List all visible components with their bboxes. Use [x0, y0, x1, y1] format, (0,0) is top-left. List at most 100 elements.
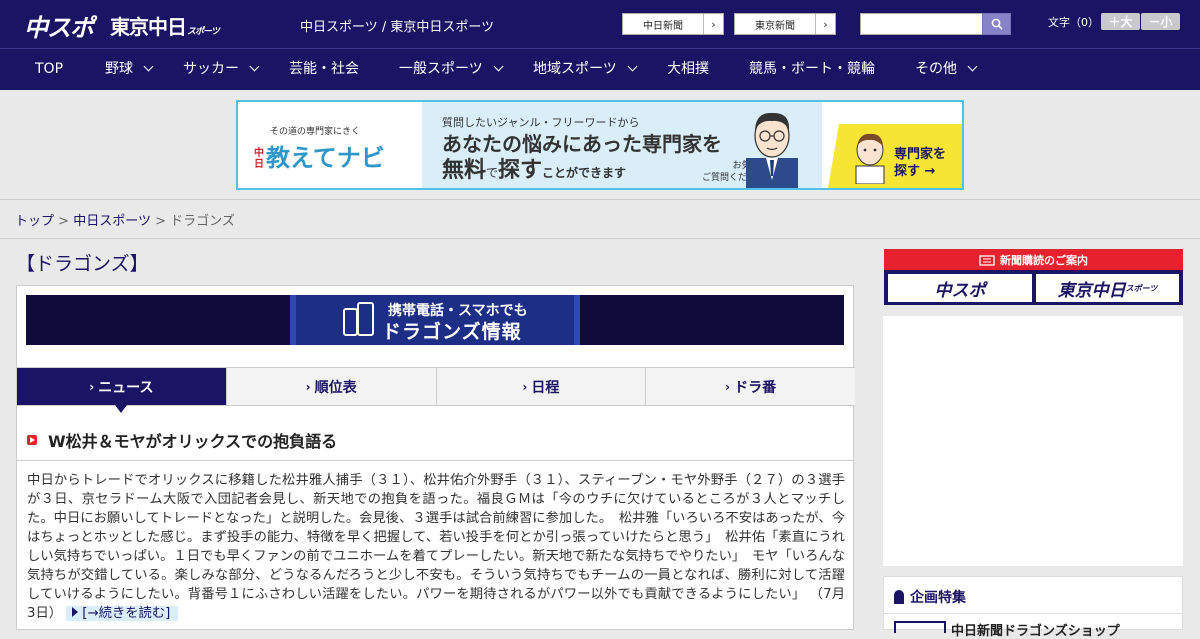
ad-brand-prefix: 中日 [254, 148, 264, 170]
tab-news[interactable]: › ニュース [17, 368, 227, 413]
search-icon [991, 18, 1003, 30]
mobile-banner-inner: 携帯電話・スマホでも ドラゴンズ情報 [290, 295, 580, 345]
news-tabs: › ニュース › 順位表 › 日程 › ドラ番 [17, 367, 855, 413]
main-nav: TOP 野球 サッカー 芸能・社会 一般スポーツ 地域スポーツ 大相撲 競馬・ボ… [0, 48, 1200, 90]
nav-item-label: TOP [35, 61, 64, 77]
read-more-label: [→続きを読む] [82, 606, 171, 621]
ad-line-3b: で [486, 166, 499, 180]
nav-item-other[interactable]: その他 [915, 49, 978, 90]
chevron-right-icon: › [703, 14, 723, 34]
ad-banner-area: その道の専門家にきく 中日教えてナビ 質問したいジャンル・フリーワードから あな… [0, 90, 1200, 200]
feature-title: 企画特集 [894, 587, 966, 607]
nav-item-soccer[interactable]: サッカー [183, 49, 260, 90]
subscribe-tokyo-chunichi-button[interactable]: 東京中日 スポーツ [1036, 274, 1179, 302]
nav-item-label: 大相撲 [667, 61, 709, 77]
tab-label: 日程 [531, 379, 560, 396]
chevron-right-icon: › [522, 379, 528, 394]
ad-brand-panel: その道の専門家にきく 中日教えてナビ [238, 102, 422, 188]
subscription-heading: 新聞購読のご案内 [884, 250, 1183, 270]
thinking-person-icon [855, 133, 885, 184]
tab-dora-ban[interactable]: › ドラ番 [646, 368, 855, 405]
search-button[interactable] [982, 13, 1011, 35]
tab-standings[interactable]: › 順位表 [226, 368, 437, 405]
font-size-label: 文字（0） [1048, 16, 1099, 29]
ad-brand-name: 中日教えてナビ [254, 138, 385, 173]
sub-tokyo-label: 東京中日 [1057, 280, 1126, 301]
tab-schedule[interactable]: › 日程 [436, 368, 647, 405]
breadcrumb-top[interactable]: トップ [15, 214, 54, 229]
tab-label: 順位表 [314, 379, 357, 396]
nav-item-label: 芸能・社会 [289, 61, 359, 77]
chevron-down-icon [627, 61, 638, 72]
subscribe-chuspo-button[interactable]: 中スポ [888, 274, 1032, 302]
oshiete-navi-ad[interactable]: その道の専門家にきく 中日教えてナビ 質問したいジャンル・フリーワードから あな… [236, 100, 964, 190]
nav-item-racing[interactable]: 競馬・ボート・競輪 [749, 49, 875, 90]
chevron-down-icon [493, 61, 504, 72]
chevron-right-icon: › [725, 379, 731, 394]
mobile-banner-line-2: ドラゴンズ情報 [382, 321, 522, 343]
tokyo-logo-text: 東京中日 [110, 15, 187, 39]
subscription-heading-text: 新聞購読のご案内 [1000, 254, 1088, 267]
chevron-right-icon: › [89, 379, 95, 394]
feature-title-text: 企画特集 [910, 590, 966, 606]
feature-box: 企画特集 中日新聞ドラゴンズショップ [883, 576, 1183, 639]
nav-item-entertainment[interactable]: 芸能・社会 [289, 49, 359, 90]
ad-small-text: その道の専門家にきく [270, 127, 361, 137]
chevron-down-icon [967, 61, 978, 72]
chunichi-shinbun-button[interactable]: 中日新聞 › [622, 13, 724, 35]
nav-item-label: その他 [915, 61, 957, 77]
ad-cta-text: 専門家を探す → [894, 146, 946, 180]
nav-item-label: サッカー [183, 61, 239, 77]
breadcrumb-current: ドラゴンズ [170, 214, 235, 229]
article-text: 中日からトレードでオリックスに移籍した松井雅人捕手（３１）、松井佑介外野手（３１… [27, 473, 845, 602]
article-body: 中日からトレードでオリックスに移籍した松井雅人捕手（３１）、松井佑介外野手（３１… [27, 471, 845, 623]
ad-line-3d: ことができます [542, 166, 627, 180]
chuspo-logo[interactable]: 中スポ [24, 8, 94, 43]
ad-cta-1: 専門家を [894, 147, 947, 162]
nav-item-general-sports[interactable]: 一般スポーツ [399, 49, 504, 90]
site-tagline: 中日スポーツ / 東京中日スポーツ [300, 20, 495, 35]
nav-item-label: 競馬・ボート・競輪 [749, 61, 875, 77]
tokyo-shinbun-button[interactable]: 東京新聞 › [734, 13, 836, 35]
breadcrumb-separator: > [58, 214, 70, 229]
article-headline-bar: W松井＆モヤがオリックスでの抱負語る [17, 407, 853, 461]
nav-item-label: 地域スポーツ [533, 61, 617, 77]
chevron-down-icon [143, 61, 154, 72]
nav-item-regional-sports[interactable]: 地域スポーツ [533, 49, 638, 90]
mobile-info-banner[interactable]: 携帯電話・スマホでも ドラゴンズ情報 [26, 295, 844, 345]
tokyo-chunichi-logo[interactable]: 東京中日スポーツ [110, 11, 220, 40]
expert-illustration [746, 112, 798, 188]
divider [0, 238, 1200, 239]
ad-brand-text: 教えてナビ [266, 144, 385, 172]
chevron-right-icon: › [815, 14, 835, 34]
article-headline[interactable]: W松井＆モヤがオリックスでの抱負語る [48, 428, 337, 452]
subscription-box: 新聞購読のご案内 中スポ 東京中日 スポーツ [884, 249, 1183, 305]
tokyo-logo-sub: スポーツ [187, 27, 220, 37]
pin-icon [894, 590, 904, 604]
divider [884, 613, 1182, 614]
nav-item-baseball[interactable]: 野球 [105, 49, 154, 90]
nav-item-top[interactable]: TOP [35, 49, 63, 90]
feature-thumbnail [894, 621, 946, 633]
search-input[interactable] [860, 13, 983, 35]
ad-line-3a: 無料 [442, 158, 487, 183]
ad-line-3: 無料で探すことができます [442, 152, 626, 184]
chunichi-shinbun-label: 中日新聞 [643, 20, 683, 32]
nav-item-label: 野球 [105, 61, 133, 77]
font-larger-button[interactable]: ＋大 [1101, 13, 1140, 30]
sub-tokyo-small: スポーツ [1125, 283, 1158, 293]
sidebar-ad-slot [883, 316, 1183, 566]
tab-label: ドラ番 [734, 379, 777, 396]
font-smaller-button[interactable]: －小 [1141, 13, 1180, 30]
nav-item-sumo[interactable]: 大相撲 [667, 49, 709, 90]
ad-cta-2: 探す → [894, 164, 936, 179]
page-title: 【ドラゴンズ】 [16, 253, 149, 275]
chevron-right-icon: › [305, 379, 311, 394]
ad-cta-panel: 専門家を探す → [828, 124, 962, 188]
phone-icon [343, 302, 374, 336]
site-header: 中スポ 東京中日スポーツ 中日スポーツ / 東京中日スポーツ 中日新聞 › 東京… [0, 0, 1200, 48]
tokyo-shinbun-label: 東京新聞 [755, 20, 795, 32]
read-more-link[interactable]: [→続きを読む] [66, 606, 179, 621]
triangle-right-icon [72, 607, 79, 617]
breadcrumb-chunichi-sports[interactable]: 中日スポーツ [73, 214, 151, 229]
